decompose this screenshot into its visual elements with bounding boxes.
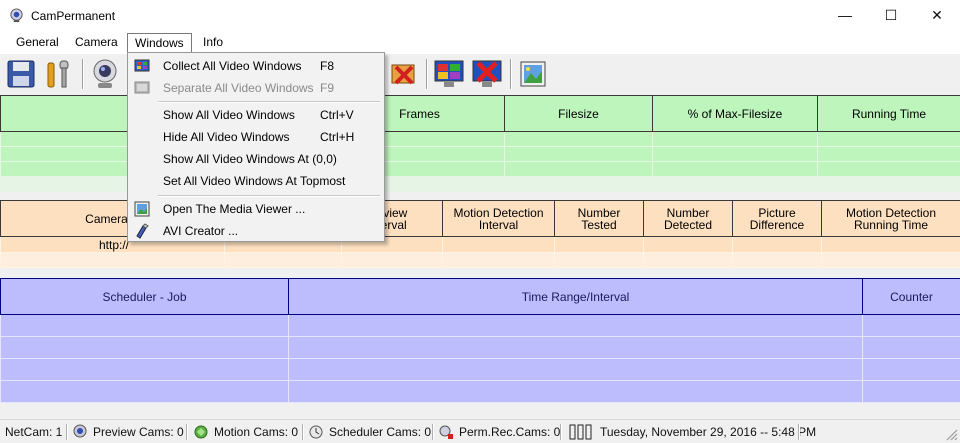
separate-windows-icon <box>134 81 150 94</box>
motion-cam-icon <box>194 425 208 439</box>
menu-set-windows-topmost[interactable]: Set All Video Windows At Topmost <box>130 170 382 192</box>
maximize-button[interactable]: ☐ <box>868 0 914 31</box>
perm-rec-cam-icon <box>439 425 453 439</box>
motion-cams-count: Motion Cams: 0 <box>214 425 299 439</box>
scheduler-cam-icon <box>309 425 323 439</box>
menu-open-media-viewer[interactable]: Open The Media Viewer ... <box>130 198 382 220</box>
calendar-bars-icon <box>569 424 592 440</box>
windows-dropdown-menu: Collect All Video Windows F8 Separate Al… <box>127 52 385 242</box>
menu-show-windows-at-origin[interactable]: Show All Video Windows At (0,0) <box>130 148 382 170</box>
window-title: CamPermanent <box>31 9 116 23</box>
status-divider <box>186 424 188 440</box>
menu-item-label: Separate All Video Windows <box>163 81 314 95</box>
menu-bar: General Camera Windows Info <box>0 31 960 55</box>
col-header-max-filesize[interactable]: % of Max-Filesize <box>652 95 818 132</box>
menu-item-label: Show All Video Windows At (0,0) <box>163 152 337 166</box>
menu-hide-all-video-windows[interactable]: Hide All Video Windows Ctrl+H <box>130 126 382 148</box>
toolbar-separator <box>510 59 512 89</box>
menu-separator <box>158 195 380 197</box>
preview-cams-count: Preview Cams: 0 <box>93 425 184 439</box>
section-gap <box>0 271 960 278</box>
menu-item-label: Show All Video Windows <box>163 108 295 122</box>
menu-item-shortcut: F9 <box>320 81 335 95</box>
menu-info[interactable]: Info <box>196 33 230 53</box>
table-row[interactable] <box>0 380 960 403</box>
menu-show-all-video-windows[interactable]: Show All Video Windows Ctrl+V <box>130 104 382 126</box>
menu-item-shortcut: F8 <box>320 59 335 73</box>
col-header-time-range[interactable]: Time Range/Interval <box>288 278 863 315</box>
status-divider <box>798 424 800 440</box>
table-row[interactable] <box>0 252 960 268</box>
menu-item-shortcut: Ctrl+V <box>320 108 354 122</box>
menu-item-label: Open The Media Viewer ... <box>163 202 306 216</box>
menu-avi-creator[interactable]: AVI Creator ... <box>130 220 382 242</box>
avi-creator-icon <box>136 223 149 239</box>
col-header-scheduler-job[interactable]: Scheduler - Job <box>0 278 289 315</box>
menu-collect-all-video-windows[interactable]: Collect All Video Windows F8 <box>130 55 382 77</box>
close-monitor-icon[interactable] <box>470 57 504 91</box>
netcam-count: NetCam: 1 <box>5 425 63 439</box>
menu-item-label: Collect All Video Windows <box>163 59 302 73</box>
status-bar: NetCam: 1 Preview Cams: 0 Motion Cams: 0… <box>0 419 960 443</box>
media-viewer-icon <box>134 201 150 217</box>
minimize-button[interactable]: — <box>822 0 868 31</box>
menu-camera[interactable]: Camera <box>68 33 125 53</box>
col-header-motion-interval[interactable]: Motion Detection Interval <box>442 200 555 237</box>
resize-grip-icon[interactable] <box>943 426 959 442</box>
preview-cam-icon <box>73 424 87 438</box>
table-row[interactable] <box>0 314 960 337</box>
status-divider <box>66 424 68 440</box>
col-header-filesize[interactable]: Filesize <box>504 95 653 132</box>
status-divider <box>302 424 304 440</box>
col-header-running-time[interactable]: Running Time <box>817 95 960 132</box>
col-header-number-detected[interactable]: Number Detected <box>643 200 733 237</box>
perm-rec-cams-count: Perm.Rec.Cams: 0 <box>459 425 561 439</box>
close-button[interactable]: ✕ <box>914 0 960 31</box>
app-webcam-icon <box>10 8 23 23</box>
menu-separator <box>158 101 380 103</box>
table-row[interactable] <box>0 358 960 381</box>
collect-windows-icon <box>134 59 150 72</box>
scheduler-table: Scheduler - Job Time Range/Interval Coun… <box>0 278 960 403</box>
monitor-icon[interactable] <box>432 57 466 91</box>
menu-item-label: AVI Creator ... <box>163 224 239 238</box>
menu-item-label: Set All Video Windows At Topmost <box>163 174 346 188</box>
menu-item-label: Hide All Video Windows <box>163 130 290 144</box>
col-header-number-tested[interactable]: Number Tested <box>554 200 644 237</box>
menu-separate-all-video-windows[interactable]: Separate All Video Windows F9 <box>130 77 382 99</box>
col-header-motion-running-time[interactable]: Motion Detection Running Time <box>821 200 960 237</box>
menu-general[interactable]: General <box>9 33 66 53</box>
status-datetime: Tuesday, November 29, 2016 -- 5:48 PM <box>600 425 817 439</box>
delete-window-icon[interactable] <box>386 57 420 91</box>
title-bar: CamPermanent — ☐ ✕ <box>0 0 960 31</box>
toolbar-separator <box>426 59 428 89</box>
col-header-picture-difference[interactable]: Picture Difference <box>732 200 822 237</box>
toolbar-separator <box>82 59 84 89</box>
col-header-counter[interactable]: Counter <box>862 278 960 315</box>
save-icon[interactable] <box>4 57 38 91</box>
menu-item-shortcut: Ctrl+H <box>320 130 355 144</box>
status-divider <box>432 424 434 440</box>
webcam-icon[interactable] <box>88 57 122 91</box>
scheduler-table-header: Scheduler - Job Time Range/Interval Coun… <box>0 278 960 315</box>
media-viewer-icon[interactable] <box>516 57 550 91</box>
scheduler-cams-count: Scheduler Cams: 0 <box>329 425 432 439</box>
table-row[interactable] <box>0 336 960 359</box>
status-divider <box>560 424 562 440</box>
tools-icon[interactable] <box>42 57 76 91</box>
